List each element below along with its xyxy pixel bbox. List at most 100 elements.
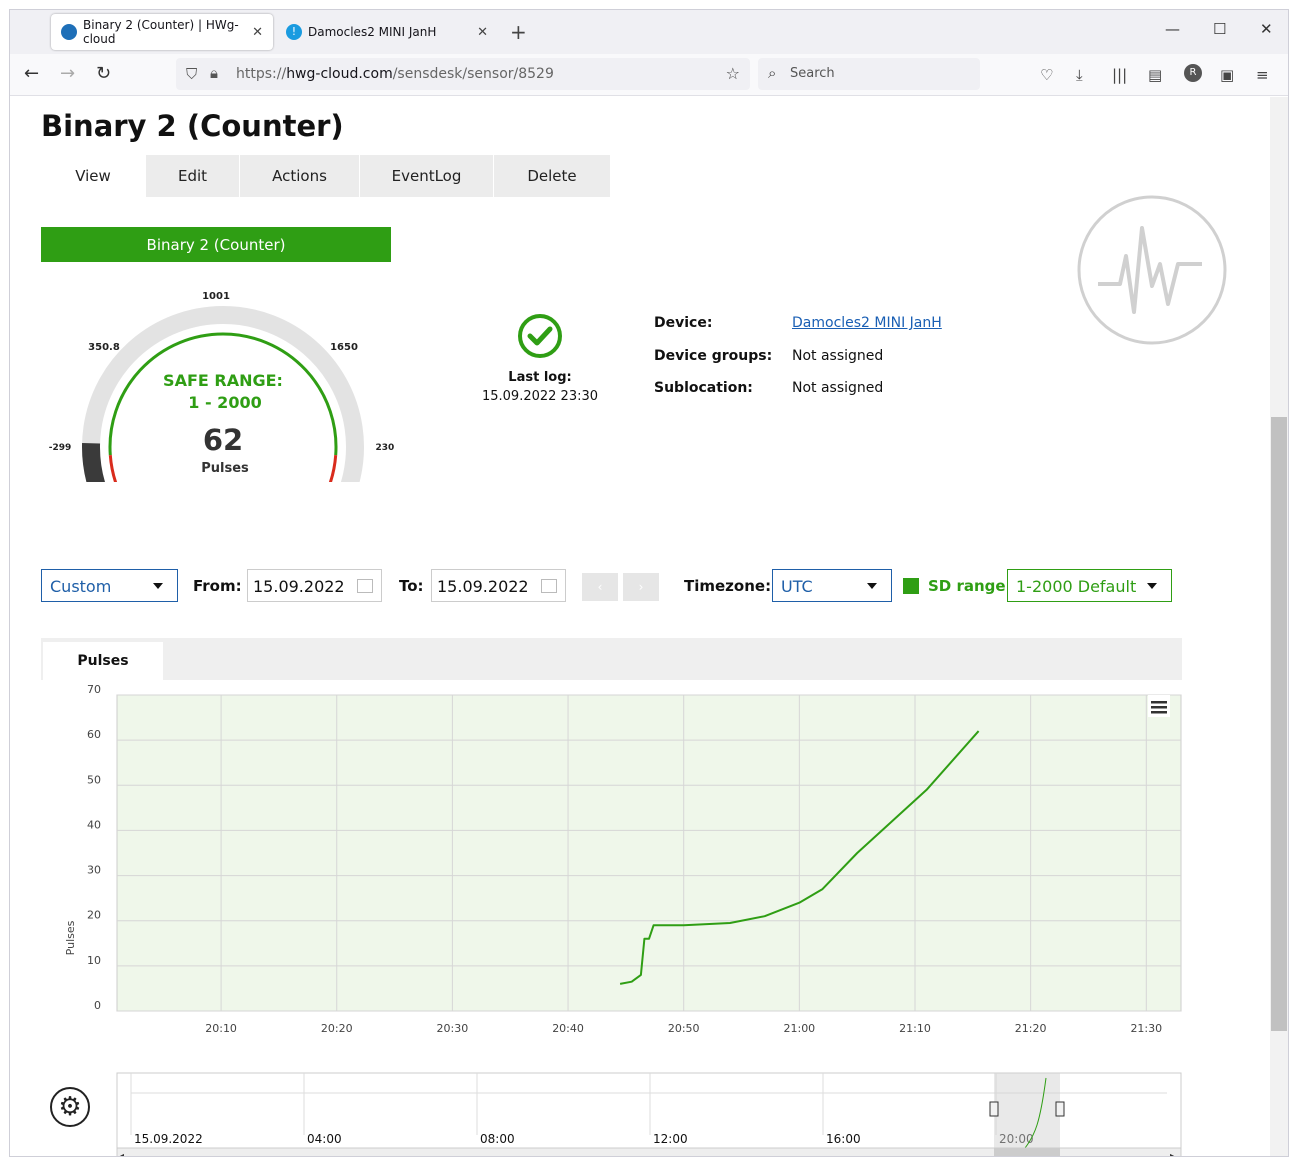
from-label: From: bbox=[193, 577, 242, 595]
filter-row: Custom From: 15.09.2022 To: 15.09.2022 ‹… bbox=[41, 569, 1181, 603]
y-tick-label: 20 bbox=[87, 909, 101, 922]
timezone-select[interactable]: UTC bbox=[772, 569, 892, 602]
navigator-time-label: 08:00 bbox=[480, 1132, 515, 1146]
maximize-icon[interactable]: ☐ bbox=[1213, 20, 1226, 38]
navigator-time-label: 16:00 bbox=[826, 1132, 861, 1146]
calendar-icon[interactable] bbox=[357, 579, 373, 593]
navigation-bar: ← → ↻ ⛉ 🔒︎ https://hwg-cloud.com/sensdes… bbox=[10, 54, 1288, 96]
pocket-icon[interactable]: ♡ bbox=[1040, 66, 1053, 84]
library-icon[interactable]: ||| bbox=[1112, 66, 1127, 84]
last-log-label: Last log: bbox=[508, 370, 572, 385]
browser-window: Binary 2 (Counter) | HWg-cloud ✕ ! Damoc… bbox=[9, 9, 1289, 1157]
navigator-left-handle[interactable] bbox=[989, 1101, 999, 1117]
sublocation-value: Not assigned bbox=[792, 380, 884, 396]
minimize-icon[interactable]: — bbox=[1165, 20, 1180, 38]
close-tab-icon[interactable]: ✕ bbox=[252, 25, 263, 40]
calendar-icon[interactable] bbox=[541, 579, 557, 593]
navigator-scroll-thumb[interactable] bbox=[994, 1148, 1060, 1157]
sensor-name-bar: Binary 2 (Counter) bbox=[41, 227, 391, 262]
gauge-unit: Pulses bbox=[201, 461, 249, 476]
gauge-value-arc bbox=[82, 443, 106, 482]
tab-actions[interactable]: Actions bbox=[240, 155, 360, 197]
sd-range-select[interactable]: 1-2000 Default bbox=[1007, 569, 1172, 602]
tab-bar: Binary 2 (Counter) | HWg-cloud ✕ ! Damoc… bbox=[10, 10, 1288, 54]
downloads-icon[interactable]: ⤓ bbox=[1076, 66, 1083, 84]
safe-range-value: 1 - 2000 bbox=[188, 393, 261, 412]
page-tabs: View Edit Actions EventLog Delete bbox=[41, 155, 610, 197]
safe-range-title: SAFE RANGE: bbox=[163, 371, 283, 390]
lock-icon[interactable]: 🔒︎ bbox=[210, 64, 218, 82]
last-log-value: 15.09.2022 23:30 bbox=[481, 389, 599, 404]
tab-delete[interactable]: Delete bbox=[494, 155, 610, 197]
close-tab-icon[interactable]: ✕ bbox=[477, 25, 488, 40]
hwg-favicon-icon bbox=[61, 24, 77, 40]
new-tab-icon[interactable]: + bbox=[510, 20, 527, 44]
search-placeholder: Search bbox=[790, 66, 835, 81]
previous-button[interactable]: ‹ bbox=[582, 573, 618, 601]
device-groups-value: Not assigned bbox=[792, 347, 884, 364]
menu-icon[interactable]: ≡ bbox=[1256, 66, 1269, 84]
sidebar-icon[interactable]: ▤ bbox=[1148, 66, 1162, 84]
to-date-input[interactable]: 15.09.2022 bbox=[431, 569, 566, 602]
tab-binary-2[interactable]: Binary 2 (Counter) | HWg-cloud ✕ bbox=[51, 14, 273, 50]
settings-gear-icon[interactable]: ⚙ bbox=[50, 1087, 90, 1127]
x-tick-label: 21:00 bbox=[783, 1022, 815, 1035]
y-tick-label: 70 bbox=[87, 683, 101, 696]
check-circle-icon bbox=[518, 314, 562, 358]
page-content: Binary 2 (Counter) View Edit Actions Eve… bbox=[10, 97, 1272, 1157]
gauge-max-label: 2300 bbox=[375, 443, 394, 453]
chevron-down-icon bbox=[1147, 583, 1157, 589]
y-tick-label: 40 bbox=[87, 818, 101, 831]
tab-title: Binary 2 (Counter) | HWg-cloud bbox=[83, 18, 239, 46]
url-text: https://hwg-cloud.com/sensdesk/sensor/85… bbox=[236, 66, 554, 82]
range-select[interactable]: Custom bbox=[41, 569, 178, 602]
chart-menu-icon[interactable] bbox=[1148, 695, 1170, 717]
pulse-sensor-icon bbox=[1077, 195, 1227, 345]
chart-tabs: Pulses bbox=[41, 638, 1182, 680]
from-date-input[interactable]: 15.09.2022 bbox=[247, 569, 382, 602]
address-bar[interactable]: ⛉ 🔒︎ https://hwg-cloud.com/sensdesk/sens… bbox=[176, 58, 750, 90]
tab-pulses[interactable]: Pulses bbox=[43, 642, 163, 680]
tab-eventlog[interactable]: EventLog bbox=[360, 155, 494, 197]
sd-range-checkbox[interactable] bbox=[903, 578, 919, 594]
tab-view[interactable]: View bbox=[41, 155, 146, 197]
tab-edit[interactable]: Edit bbox=[146, 155, 240, 197]
to-label: To: bbox=[399, 577, 424, 595]
x-tick-label: 20:10 bbox=[205, 1022, 237, 1035]
y-tick-label: 60 bbox=[87, 728, 101, 741]
gauge-tick-label: 1650 bbox=[330, 342, 358, 353]
bookmark-star-icon[interactable]: ☆ bbox=[726, 64, 740, 83]
scroll-right-icon[interactable]: ▸ bbox=[1170, 1151, 1174, 1157]
y-tick-label: 0 bbox=[94, 999, 101, 1012]
scrollbar-thumb[interactable] bbox=[1271, 417, 1287, 1031]
chevron-down-icon bbox=[867, 583, 877, 589]
forward-icon[interactable]: → bbox=[60, 63, 75, 84]
shield-icon[interactable]: ⛉ bbox=[186, 65, 197, 83]
device-link[interactable]: Damocles2 MINI JanH bbox=[792, 315, 942, 348]
page-title: Binary 2 (Counter) bbox=[41, 109, 344, 143]
x-tick-label: 20:30 bbox=[437, 1022, 469, 1035]
x-tick-label: 21:30 bbox=[1130, 1022, 1162, 1035]
screenshot-icon[interactable]: ▣ bbox=[1220, 66, 1234, 84]
navigator-time-label: 12:00 bbox=[653, 1132, 688, 1146]
gauge: 1001 350.8 1650 -299 2300 SAFE RANGE: 1 … bbox=[49, 291, 394, 482]
account-avatar[interactable]: R bbox=[1184, 64, 1202, 82]
y-axis-title: Pulses bbox=[64, 920, 77, 955]
y-tick-label: 50 bbox=[87, 773, 101, 786]
gauge-tick-label: 350.8 bbox=[88, 342, 120, 353]
reload-icon[interactable]: ↻ bbox=[96, 63, 111, 84]
navigator-right-handle[interactable] bbox=[1055, 1101, 1065, 1117]
back-icon[interactable]: ← bbox=[24, 63, 39, 84]
close-window-icon[interactable]: ✕ bbox=[1260, 20, 1273, 38]
gauge-alarm-arc bbox=[108, 455, 118, 482]
search-bar[interactable]: ⌕ Search bbox=[758, 58, 980, 90]
next-button[interactable]: › bbox=[623, 573, 659, 601]
search-icon: ⌕ bbox=[768, 64, 777, 82]
y-tick-label: 30 bbox=[87, 864, 101, 877]
tab-damocles[interactable]: ! Damocles2 MINI JanH ✕ bbox=[276, 14, 498, 50]
x-tick-label: 21:20 bbox=[1015, 1022, 1047, 1035]
scroll-left-icon[interactable]: ◂ bbox=[120, 1151, 124, 1157]
scrollbar[interactable] bbox=[1270, 97, 1288, 1156]
navigator-date-label: 15.09.2022 bbox=[134, 1132, 203, 1146]
x-tick-label: 20:50 bbox=[668, 1022, 700, 1035]
